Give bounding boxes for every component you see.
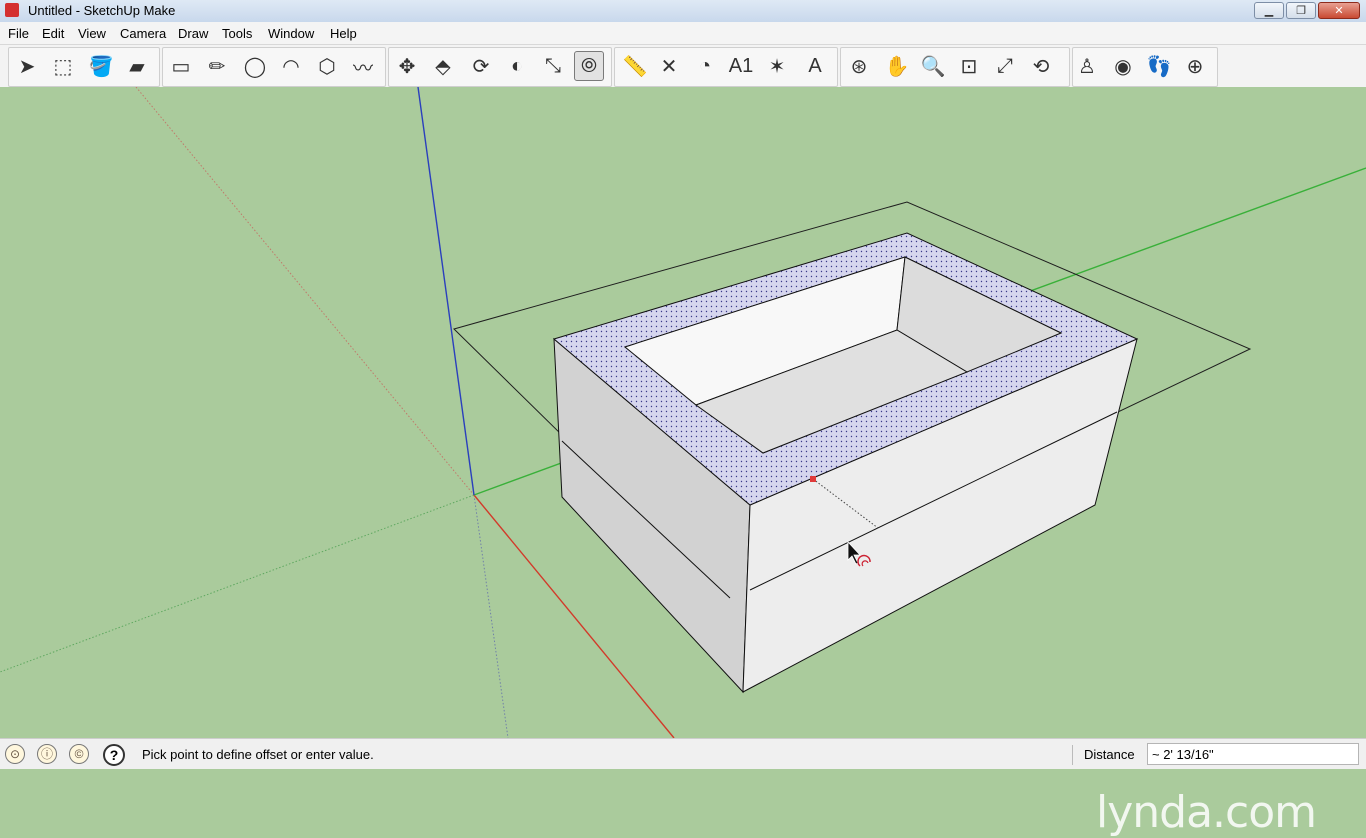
scale-tool[interactable]: ⤡ [538, 51, 568, 81]
freehand-tool[interactable]: 〰 [348, 51, 378, 81]
menu-tools[interactable]: Tools [222, 26, 252, 41]
push-pull-icon: ⬘ [435, 55, 451, 78]
select-tool[interactable]: ➤ [12, 51, 42, 81]
position-camera-icon: ♙ [1078, 55, 1096, 78]
menu-file[interactable]: File [8, 26, 29, 41]
previous-view-tool[interactable]: ⟲ [1026, 51, 1056, 81]
zoom-extents-tool[interactable]: ⤢ [990, 51, 1020, 81]
window-title: Untitled - SketchUp Make [28, 3, 176, 18]
inference-point [810, 476, 816, 482]
follow-me-tool[interactable]: ◐ [502, 51, 532, 81]
eraser-icon: ▰ [129, 55, 145, 78]
zoom-extents-icon: ⤢ [997, 54, 1013, 77]
3d-text-tool[interactable]: A [800, 51, 830, 81]
orbit-icon: ⊛ [850, 55, 868, 78]
status-separator [1072, 745, 1073, 765]
section-plane-tool[interactable]: ⊕ [1180, 51, 1210, 81]
menu-bar: File Edit View Camera Draw Tools Window … [0, 22, 1366, 45]
footprints-icon: 👣 [1146, 55, 1172, 78]
move-arrows-icon: ✥ [398, 55, 416, 78]
instructor-help-icon[interactable]: ? [103, 744, 125, 766]
tape-measure-icon: 📏 [622, 55, 648, 78]
offset-icon: ⦾ [581, 54, 597, 77]
protractor-tool[interactable]: ◔ [690, 51, 720, 81]
paint-bucket-tool[interactable]: 🪣 [86, 51, 116, 81]
magnifier-icon: 🔍 [920, 55, 946, 78]
hand-icon: ✋ [884, 55, 910, 78]
rotate-icon: ⟳ [472, 55, 490, 78]
arrow-cursor-icon: ➤ [18, 55, 36, 78]
zoom-tool[interactable]: 🔍 [918, 51, 948, 81]
push-pull-tool[interactable]: ⬘ [428, 51, 458, 81]
menu-window[interactable]: Window [268, 26, 314, 41]
eye-icon: ◉ [1114, 55, 1132, 78]
move-tool[interactable]: ✥ [392, 51, 422, 81]
freehand-icon: 〰 [353, 57, 373, 80]
look-around-tool[interactable]: ◉ [1108, 51, 1138, 81]
zoom-window-icon: ⊡ [960, 55, 978, 78]
status-bar: ⊙ ⓘ © ? Pick point to define offset or e… [0, 738, 1366, 769]
line-tool[interactable]: ✏ [202, 51, 232, 81]
rectangle-tool[interactable]: ▭ [166, 51, 196, 81]
measurements-label: Distance [1084, 747, 1135, 762]
model-canvas[interactable] [0, 86, 1366, 739]
arc-icon: ◠ [282, 55, 300, 78]
credits-icon[interactable]: ⓘ [37, 744, 57, 764]
drawing-viewport[interactable]: lynda.com [0, 86, 1366, 838]
make-component-tool[interactable]: ⬚ [48, 51, 78, 81]
circle-icon: ◯ [243, 55, 267, 78]
menu-help[interactable]: Help [330, 26, 357, 41]
axes-icon: ✶ [768, 55, 786, 78]
maximize-button[interactable]: ❐ [1286, 2, 1316, 19]
axes-tool[interactable]: ✶ [762, 51, 792, 81]
3d-text-icon: A [808, 54, 822, 77]
circle-tool[interactable]: ◯ [240, 51, 270, 81]
dimension-icon: ✕ [660, 55, 678, 78]
window-controls: ▁ ❐ ✕ [1254, 2, 1360, 20]
protractor-icon: ◔ [698, 54, 712, 77]
menu-draw[interactable]: Draw [178, 26, 208, 41]
close-button[interactable]: ✕ [1318, 2, 1360, 19]
menu-view[interactable]: View [78, 26, 106, 41]
orbit-tool[interactable]: ⊛ [844, 51, 874, 81]
title-bar: Untitled - SketchUp Make ▁ ❐ ✕ [0, 0, 1366, 23]
walk-tool[interactable]: 👣 [1144, 51, 1174, 81]
lynda-watermark: lynda.com [1096, 787, 1317, 838]
section-plane-icon: ⊕ [1186, 55, 1204, 78]
offset-tool[interactable]: ⦾ [574, 51, 604, 81]
text-tool[interactable]: A1 [726, 51, 756, 81]
menu-edit[interactable]: Edit [42, 26, 64, 41]
tape-measure-tool[interactable]: 📏 [620, 51, 650, 81]
pan-tool[interactable]: ✋ [882, 51, 912, 81]
minimize-button[interactable]: ▁ [1254, 2, 1284, 19]
text-label-icon: A1 [728, 54, 754, 77]
pencil-icon: ✏ [208, 55, 226, 78]
rotate-tool[interactable]: ⟳ [466, 51, 496, 81]
follow-me-icon: ◐ [510, 54, 524, 77]
paint-bucket-icon: 🪣 [88, 55, 114, 78]
user-account-icon[interactable]: © [69, 744, 89, 764]
previous-view-icon: ⟲ [1032, 55, 1050, 78]
sketchup-app-icon [5, 3, 19, 17]
geo-location-icon[interactable]: ⊙ [5, 744, 25, 764]
position-camera-tool[interactable]: ♙ [1072, 51, 1102, 81]
menu-camera[interactable]: Camera [120, 26, 166, 41]
scale-icon: ⤡ [545, 54, 561, 77]
status-message: Pick point to define offset or enter val… [142, 747, 374, 762]
dimension-tool[interactable]: ✕ [654, 51, 684, 81]
component-box-icon: ⬚ [53, 55, 73, 78]
large-tool-set-toolbar: ➤ ⬚ 🪣 ▰ ▭ ✏ ◯ ◠ ⬡ 〰 ✥ ⬘ ⟳ ◐ ⤡ ⦾ 📏 ✕ ◔ A1 ✶ A ⊛ ✋ 🔍 ⊡ ⤢ ⟲ ♙ ◉ 👣 ⊕ [0, 45, 1366, 88]
measurements-input[interactable]: ~ 2' 13/16" [1147, 743, 1359, 765]
eraser-tool[interactable]: ▰ [122, 51, 152, 81]
zoom-window-tool[interactable]: ⊡ [954, 51, 984, 81]
polygon-tool[interactable]: ⬡ [312, 51, 342, 81]
polygon-icon: ⬡ [318, 55, 336, 78]
rectangle-icon: ▭ [171, 55, 191, 78]
arc-tool[interactable]: ◠ [276, 51, 306, 81]
